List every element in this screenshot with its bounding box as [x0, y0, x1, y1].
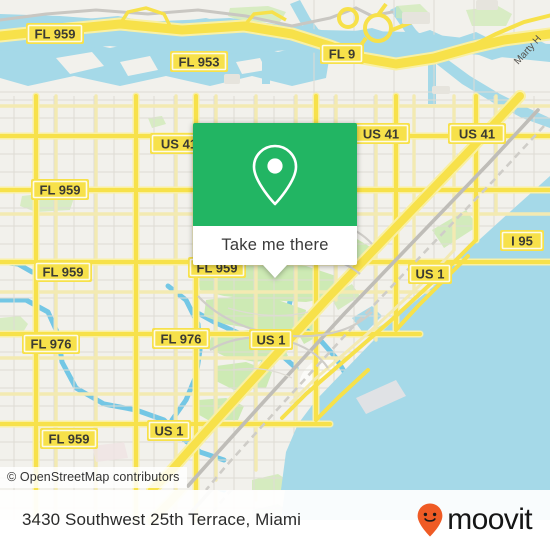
map-pin-icon	[252, 144, 298, 205]
highway-shield: US 41	[448, 123, 506, 144]
highway-shield: FL 959	[34, 261, 92, 282]
moovit-logo[interactable]: moovit	[415, 502, 533, 538]
shield-label: FL 959	[40, 183, 81, 198]
shield-label: FL 959	[49, 432, 90, 447]
shield-label: US 1	[257, 333, 286, 348]
shield-label: I 95	[511, 234, 533, 249]
shield-label: US 41	[161, 137, 197, 152]
highway-shield: FL 953	[170, 51, 228, 72]
highway-shield: US 1	[249, 329, 293, 350]
highway-shield: FL 959	[31, 179, 89, 200]
moovit-map-screenshot: FL 959 FL 953 FL 9 US 41 US 41 US 41 FL 959 FL …	[0, 0, 550, 550]
shield-label: FL 976	[161, 332, 202, 347]
highway-shield: FL 959	[26, 23, 84, 44]
highway-shield: US 1	[147, 420, 191, 441]
shield-label: US 41	[363, 127, 399, 142]
shield-label: FL 953	[179, 55, 220, 70]
footer-bar: 3430 Southwest 25th Terrace, Miami moovi…	[0, 490, 550, 550]
popup-header	[193, 123, 357, 226]
highway-shield: FL 9	[320, 43, 364, 64]
shield-label: US 1	[416, 267, 445, 282]
attribution-text: © OpenStreetMap contributors	[7, 470, 180, 484]
map-attribution[interactable]: © OpenStreetMap contributors	[0, 467, 187, 488]
shield-label: FL 959	[43, 265, 84, 280]
shield-label: FL 9	[329, 47, 356, 62]
popup-tail	[263, 265, 287, 278]
highway-shield: US 1	[408, 263, 452, 284]
shield-label: FL 959	[35, 27, 76, 42]
moovit-pin-icon	[417, 503, 443, 537]
location-popup[interactable]: Take me there	[193, 123, 357, 278]
highway-shield: FL 959	[40, 428, 98, 449]
take-me-there-label: Take me there	[221, 236, 329, 254]
highway-shield: FL 976	[22, 333, 80, 354]
shield-label: US 1	[155, 424, 184, 439]
highway-shield: FL 976	[152, 328, 210, 349]
popup-action-bar[interactable]: Take me there	[193, 226, 357, 278]
shield-label: US 41	[459, 127, 495, 142]
address-label: 3430 Southwest 25th Terrace, Miami	[22, 510, 302, 529]
highway-shield: US 41	[352, 123, 410, 144]
moovit-wordmark: moovit	[447, 503, 532, 536]
highway-shield: I 95	[500, 230, 544, 251]
shield-label: FL 976	[31, 337, 72, 352]
